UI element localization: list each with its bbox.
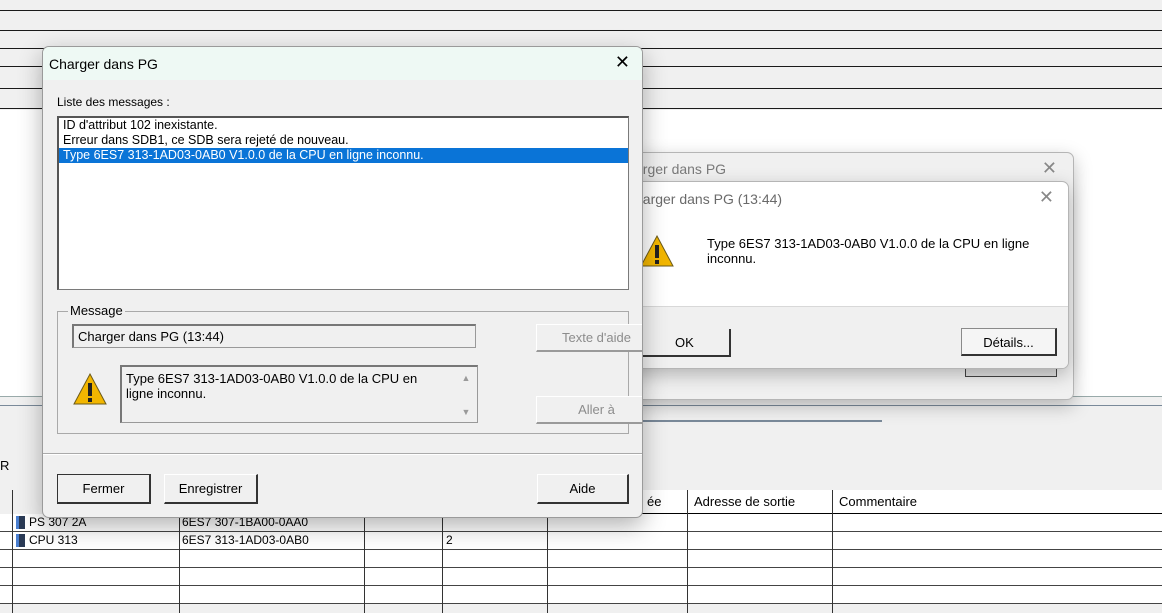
message-scrollbar[interactable]: ▲ ▼	[459, 373, 473, 417]
close-icon[interactable]: ✕	[1042, 158, 1057, 179]
dialog-title: Charger dans PG	[49, 56, 158, 72]
message-dialog-title: harger dans PG (13:44)	[635, 191, 783, 207]
help-button[interactable]: Aide	[537, 474, 629, 504]
close-icon[interactable]: ✕	[1039, 187, 1054, 208]
table-row[interactable]: CPU 313 6ES7 313-1AD03-0AB0 2	[0, 532, 1162, 550]
goto-button[interactable]: Aller à	[536, 396, 642, 424]
ok-button[interactable]: OK	[641, 329, 731, 357]
dialog-titlebar[interactable]: Charger dans PG ✕	[43, 47, 642, 80]
scroll-up-icon[interactable]: ▲	[459, 373, 473, 383]
save-button[interactable]: Enregistrer	[164, 474, 258, 504]
column-header-output-address[interactable]: Adresse de sortie	[688, 490, 832, 514]
order-number-cell: 6ES7 313-1AD03-0AB0	[182, 533, 309, 547]
module-name-cell: CPU 313	[16, 532, 78, 549]
divider	[43, 453, 642, 455]
list-item[interactable]: Erreur dans SDB1, ce SDB sera rejeté de …	[59, 133, 628, 148]
close-icon[interactable]: ✕	[615, 52, 630, 73]
grid-line	[0, 30, 1162, 31]
list-item[interactable]: ID d'attribut 102 inexistante.	[59, 118, 628, 133]
rack-label: R	[0, 458, 10, 473]
warning-icon	[72, 372, 108, 409]
column-header[interactable]: ée	[641, 490, 687, 514]
scroll-down-icon[interactable]: ▼	[459, 407, 473, 417]
close-button[interactable]: Fermer	[57, 474, 151, 504]
slot-cell: 2	[446, 533, 453, 547]
column-header-comment[interactable]: Commentaire	[833, 490, 1162, 514]
warning-icon	[639, 234, 675, 271]
table-row[interactable]	[0, 586, 1162, 604]
message-list[interactable]: ID d'attribut 102 inexistante. Erreur da…	[57, 116, 629, 290]
message-detail-box: Type 6ES7 313-1AD03-0AB0 V1.0.0 de la CP…	[120, 365, 478, 423]
grid-line	[0, 10, 1162, 11]
load-to-pg-dialog: Charger dans PG ✕ Liste des messages : I…	[42, 46, 643, 518]
list-item-selected[interactable]: Type 6ES7 313-1AD03-0AB0 V1.0.0 de la CP…	[59, 148, 628, 163]
dialog-footer: OK Détails...	[625, 306, 1068, 368]
message-group-label: Message	[68, 303, 125, 318]
module-icon	[16, 516, 25, 530]
details-button[interactable]: Détails...	[961, 328, 1057, 356]
help-text-button[interactable]: Texte d'aide	[536, 324, 642, 352]
message-dialog: harger dans PG (13:44) ✕ Type 6ES7 313-1…	[624, 181, 1069, 369]
table-row[interactable]	[0, 550, 1162, 568]
message-list-label: Liste des messages :	[57, 95, 170, 109]
message-title-field: Charger dans PG (13:44)	[72, 324, 476, 348]
background-dialog-title: arger dans PG	[635, 161, 727, 177]
message-group: Message Charger dans PG (13:44) Texte d'…	[57, 303, 642, 434]
table-row[interactable]	[0, 568, 1162, 586]
message-detail-text: Type 6ES7 313-1AD03-0AB0 V1.0.0 de la CP…	[126, 371, 418, 401]
message-text: Type 6ES7 313-1AD03-0AB0 V1.0.0 de la CP…	[707, 236, 1030, 266]
module-icon	[16, 534, 25, 548]
